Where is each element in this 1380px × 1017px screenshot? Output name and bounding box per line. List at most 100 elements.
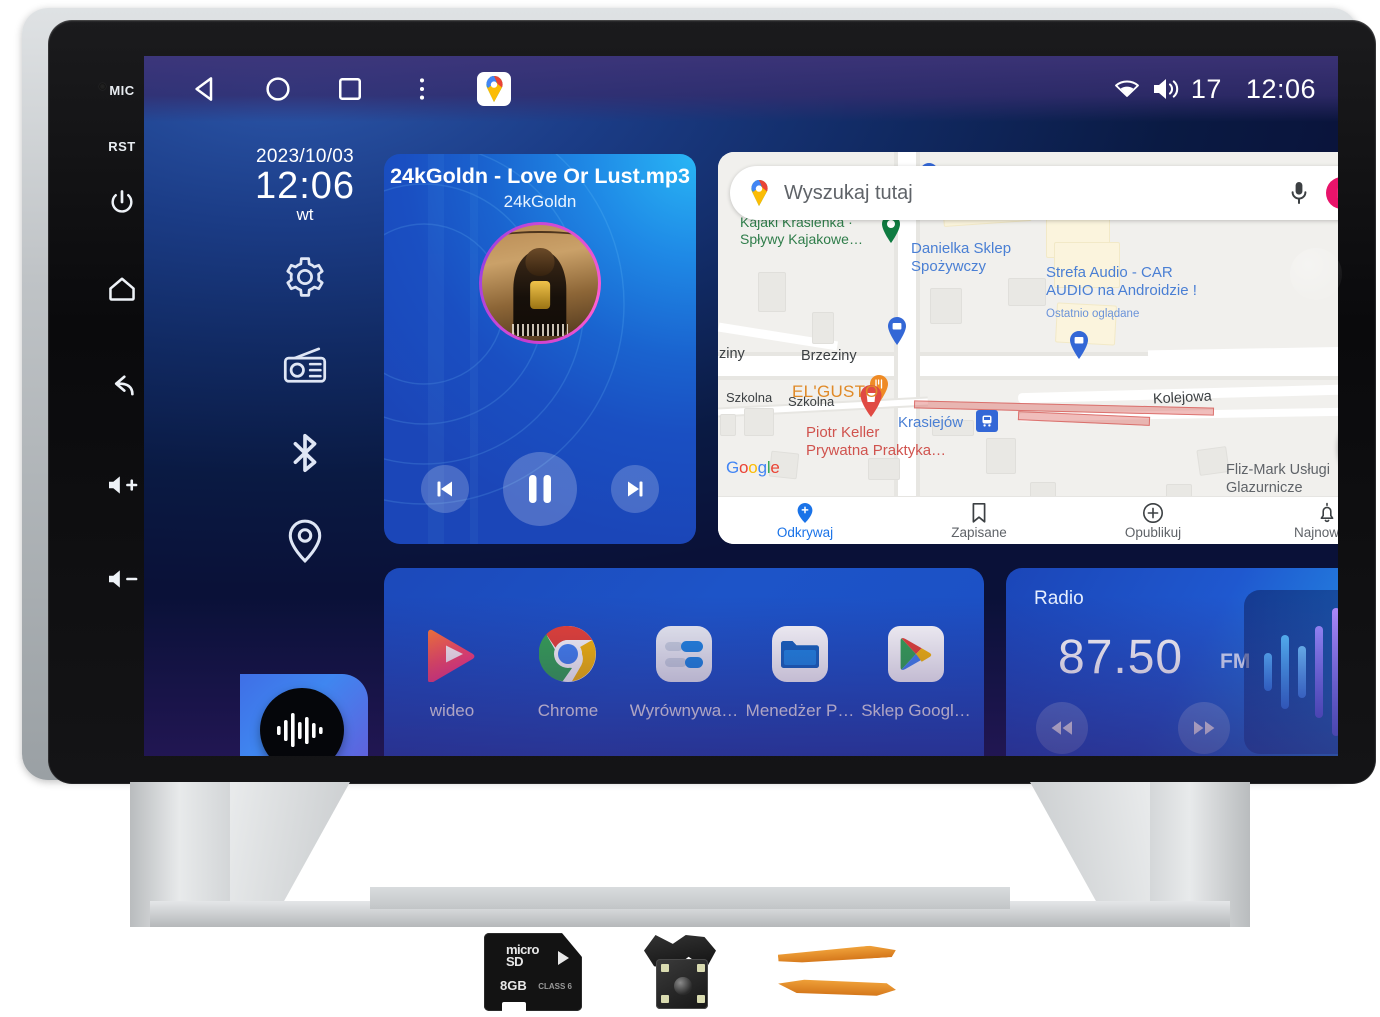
sidebar-item-bluetooth[interactable] (279, 427, 331, 479)
next-track-button[interactable] (611, 465, 659, 513)
map-label-brzeziny: Brzeziny (801, 348, 857, 364)
recents-icon (338, 77, 362, 101)
volume-level: 17 (1190, 73, 1222, 104)
voice-search-button[interactable] (1282, 180, 1316, 206)
album-art[interactable] (479, 222, 601, 344)
app-label: wideo (429, 701, 475, 720)
key-volume-up[interactable] (94, 472, 150, 503)
sidebar-item-navigation[interactable] (279, 515, 331, 567)
map-pin-strefa-audio[interactable] (1068, 330, 1090, 360)
radio-prev-button[interactable] (1036, 702, 1088, 754)
radio-card[interactable]: Radio 87.50 FM (1006, 568, 1338, 756)
bell-icon (1320, 502, 1334, 522)
radio-next-button[interactable] (1178, 702, 1230, 754)
touchscreen[interactable]: 17 12:06 2023/10/03 12:06 wt 24kGoldn - … (144, 56, 1338, 756)
app-item-wideo[interactable]: wideo (396, 623, 508, 721)
map-search-bar[interactable]: Wyszukaj tutaj B (730, 166, 1338, 220)
nav-google-maps-shortcut[interactable] (458, 56, 530, 122)
previous-track-icon (437, 481, 452, 497)
car-head-unit: MIC RST 17 12:06 2023/10/03 12:06 wt 24k… (22, 8, 1376, 784)
radio-title: Radio (1034, 588, 1084, 609)
radio-viz-bar (1315, 626, 1323, 718)
key-reset-label: RST (108, 139, 136, 154)
google-maps-card[interactable]: Kajaki Krasieńka · Spływy Kajakowe… Dani… (718, 152, 1338, 544)
volume-icon (1153, 79, 1179, 99)
map-nav-zapisane[interactable]: Zapisane (892, 502, 1066, 540)
nav-back-button[interactable] (170, 56, 242, 122)
reverse-camera (634, 933, 726, 1011)
app-label: Sklep Googl… (861, 701, 971, 720)
camera-led (697, 995, 705, 1003)
previous-track-button[interactable] (421, 465, 469, 513)
map-label-szkolna-2: Szkolna (788, 394, 835, 409)
microsd-brand: micro SD (506, 943, 539, 969)
screenshot-root: MIC RST 17 12:06 2023/10/03 12:06 wt 24k… (0, 0, 1380, 1017)
map-label-strefa-audio: Strefa Audio - CAR AUDIO na Androidzie ! (1046, 264, 1197, 300)
sidebar-item-settings[interactable] (279, 251, 331, 303)
map-label-brzeziny-2: ziny (719, 346, 745, 362)
accessories-row: micro SD 8GB CLASS 6 (0, 933, 1380, 1011)
key-back[interactable] (94, 372, 150, 405)
physical-key-column: MIC RST (94, 60, 150, 620)
music-controls (384, 452, 696, 526)
video-player-icon (421, 623, 483, 685)
nav-recents-button[interactable] (314, 56, 386, 122)
microsd-arrow-icon (558, 951, 569, 965)
radio-frequency: 87.50 (1058, 631, 1184, 684)
key-power[interactable] (94, 188, 150, 221)
fast-forward-icon (1194, 721, 1215, 735)
key-reset[interactable]: RST (94, 138, 150, 156)
map-icon-krasiejow-station[interactable] (976, 410, 998, 432)
next-track-icon (628, 481, 643, 497)
home-left-rail: 2023/10/03 12:06 wt (240, 146, 370, 756)
map-building (758, 272, 786, 312)
music-visualizer-tile[interactable] (240, 674, 368, 756)
avatar[interactable]: B (1326, 177, 1338, 209)
rail-clock-block: 2023/10/03 12:06 wt (240, 146, 370, 225)
nav-home-button[interactable] (242, 56, 314, 122)
map-pin-store-1[interactable] (886, 316, 908, 346)
radio-viz-bar (1298, 646, 1306, 698)
search-input[interactable]: Wyszukaj tutaj (784, 182, 1282, 205)
key-volume-down[interactable] (94, 566, 150, 597)
map-label-kolejowa: Kolejowa (1152, 388, 1213, 408)
map-nav-odkrywaj[interactable]: Odkrywaj (718, 502, 892, 540)
map-building (986, 438, 1016, 474)
pause-button[interactable] (503, 452, 577, 526)
app-item-play-store[interactable]: Sklep Googl… (860, 623, 972, 721)
overflow-icon (419, 78, 425, 100)
location-icon (288, 519, 322, 563)
app-item-file-manager[interactable]: Menedżer P… (744, 623, 856, 721)
microsd-capacity: 8GB (500, 978, 527, 993)
status-clock: 12:06 (1245, 73, 1316, 104)
trim-tool (778, 944, 897, 965)
map-nav-najnowsze[interactable]: Najnowsze (1240, 502, 1338, 540)
map-nav-opublikuj[interactable]: Opublikuj (1066, 502, 1240, 540)
nav-overflow-button[interactable] (386, 56, 458, 122)
key-mic[interactable]: MIC (94, 82, 150, 100)
back-icon (195, 77, 213, 101)
app-item-equalizer[interactable]: Wyrównywa… (628, 623, 740, 721)
wifi-icon (1114, 80, 1139, 97)
key-mic-label: MIC (109, 83, 135, 98)
app-label: Menedżer P… (745, 701, 855, 720)
google-maps-icon (477, 72, 511, 106)
map-building (744, 408, 774, 436)
home-icon (266, 77, 290, 101)
map-building (1008, 278, 1046, 306)
app-label: Wyrównywa… (629, 701, 739, 720)
map-label-szkolna-1: Szkolna (726, 390, 773, 405)
track-title: 24kGoldn - Love Or Lust.mp3 (390, 164, 690, 188)
android-status-bar: 17 12:06 (144, 56, 1338, 122)
navigation-buttons (144, 56, 530, 122)
microphone-icon (1291, 182, 1307, 204)
rewind-icon (1051, 721, 1072, 735)
plus-circle-icon (1143, 502, 1163, 523)
sidebar-item-radio[interactable] (279, 339, 331, 391)
map-building (812, 312, 834, 344)
radio-icon (283, 347, 327, 383)
app-item-chrome[interactable]: Chrome (512, 623, 624, 721)
music-player-card[interactable]: 24kGoldn - Love Or Lust.mp3 24kGoldn (384, 154, 696, 544)
app-label: Chrome (537, 701, 599, 720)
key-home[interactable] (94, 274, 150, 307)
